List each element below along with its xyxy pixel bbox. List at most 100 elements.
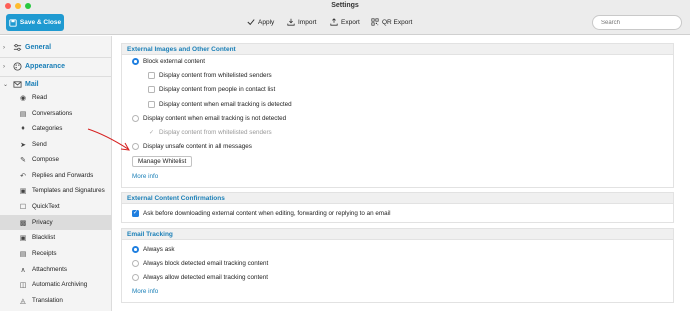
whitelisted-senders-option[interactable]: Display content from whitelisted senders — [148, 72, 272, 79]
apply-button[interactable]: Apply — [247, 18, 274, 26]
window-title: Settings — [331, 2, 359, 9]
radio-unselected[interactable] — [132, 260, 139, 267]
import-button[interactable]: Import — [287, 18, 316, 26]
sidebar-item-translation[interactable]: ◬ Translation — [0, 293, 112, 308]
search-box[interactable] — [592, 15, 682, 30]
qr-export-button[interactable]: QR Export — [371, 18, 412, 26]
option-label: Display content from whitelisted senders — [159, 72, 272, 79]
export-label: Export — [341, 18, 360, 26]
chevron-right-icon: › — [3, 63, 5, 70]
import-label: Import — [298, 18, 317, 26]
sidebar-item-attachments[interactable]: ∧ Attachments — [0, 262, 112, 277]
always-block-option[interactable]: Always block detected email tracking con… — [132, 260, 268, 267]
translate-icon: ◬ — [20, 297, 26, 305]
sidebar-item-templates-signatures[interactable]: ▣ Templates and Signatures — [0, 183, 112, 198]
sidebar-item-replies-forwards[interactable]: ↶ Replies and Forwards — [0, 168, 112, 183]
divider — [0, 57, 112, 58]
radio-unselected[interactable] — [132, 143, 139, 150]
sidebar-item-read[interactable]: ◉ Read — [0, 90, 112, 105]
sidebar-item-label: Attachments — [32, 266, 67, 273]
option-label: Block external content — [143, 58, 205, 65]
unsafe-content-option[interactable]: Display unsafe content in all messages — [132, 143, 252, 150]
sidebar-item-label: Receipts — [32, 250, 57, 257]
checkbox[interactable] — [148, 86, 155, 93]
sidebar-item-blacklist[interactable]: ▣ Blacklist — [0, 230, 112, 245]
more-info-link[interactable]: More info — [132, 173, 158, 180]
sidebar-item-label: Conversations — [32, 110, 73, 117]
sidebar-section-appearance[interactable]: › Appearance — [0, 60, 112, 73]
checkmark-icon: ✓ — [148, 130, 155, 136]
eye-icon: ◉ — [19, 94, 27, 102]
external-images-panel: External Images and Other Content Block … — [121, 43, 674, 188]
panel-heading: External Content Confirmations — [121, 192, 674, 203]
sidebar-section-label: Appearance — [25, 63, 66, 70]
sidebar-item-label: Privacy — [32, 219, 53, 226]
qr-code-icon — [371, 18, 379, 26]
sidebar-section-label: Mail — [25, 81, 39, 88]
sidebar-item-privacy[interactable]: ▩ Privacy — [0, 215, 112, 230]
sliders-icon — [12, 43, 22, 53]
checkbox[interactable] — [148, 72, 155, 79]
sidebar-item-label: Automatic Archiving — [32, 281, 88, 288]
option-label: Display content when email tracking is n… — [143, 115, 287, 122]
apply-label: Apply — [258, 18, 275, 26]
tag-icon: ♦ — [21, 125, 25, 132]
radio-selected[interactable] — [132, 58, 139, 65]
archive-icon: ◫ — [19, 281, 27, 289]
sidebar-item-label: Replies and Forwards — [32, 172, 94, 179]
ask-before-download-option[interactable]: ✓ Ask before downloading external conten… — [132, 210, 390, 217]
panel-heading: Email Tracking — [121, 228, 674, 239]
blacklist-icon: ▣ — [19, 234, 27, 242]
sidebar-item-label: Blacklist — [32, 234, 56, 241]
always-allow-option[interactable]: Always allow detected email tracking con… — [132, 274, 268, 281]
option-label: Display content from people in contact l… — [159, 86, 276, 93]
sidebar-item-label: Templates and Signatures — [32, 187, 105, 194]
template-icon: ▣ — [19, 187, 27, 195]
sidebar-item-quicktext[interactable]: ☐ QuickText — [0, 199, 112, 214]
quicktext-icon: ☐ — [19, 203, 27, 211]
manage-whitelist-button[interactable]: Manage Whitelist — [132, 156, 193, 167]
option-label: Display unsafe content in all messages — [143, 143, 252, 150]
panel-body: Block external content Display content f… — [121, 54, 674, 188]
reply-icon: ↶ — [20, 172, 26, 180]
save-close-button[interactable]: Save & Close — [6, 14, 64, 31]
sidebar-item-conversations[interactable]: ▤ Conversations — [0, 106, 112, 121]
save-close-label: Save & Close — [19, 19, 62, 26]
chevron-down-icon: ⌄ — [3, 82, 9, 88]
palette-icon — [12, 62, 22, 72]
contact-list-option[interactable]: Display content from people in contact l… — [148, 86, 275, 93]
sidebar-item-label: Read — [32, 94, 48, 101]
sidebar-item-label: Compose — [32, 156, 59, 163]
sidebar-section-general[interactable]: › General — [0, 41, 112, 54]
not-detected-whitelisted-option: ✓ Display content from whitelisted sende… — [148, 129, 272, 136]
tracking-not-detected-option[interactable]: Display content when email tracking is n… — [132, 115, 286, 122]
radio-unselected[interactable] — [132, 115, 139, 122]
always-ask-option[interactable]: Always ask — [132, 246, 175, 253]
chevron-right-icon: › — [3, 44, 5, 51]
paperclip-icon: ∧ — [20, 266, 26, 274]
checkbox-checked[interactable]: ✓ — [132, 210, 139, 217]
more-info-link[interactable]: More info — [132, 288, 158, 295]
option-label: Always block detected email tracking con… — [143, 260, 269, 267]
save-icon — [9, 18, 17, 27]
sidebar-item-receipts[interactable]: ▤ Receipts — [0, 246, 112, 261]
tracking-detected-option[interactable]: Display content when email tracking is d… — [148, 101, 292, 108]
receipt-icon: ▤ — [19, 250, 27, 258]
export-button[interactable]: Export — [330, 18, 360, 26]
conversation-icon: ▤ — [19, 110, 27, 118]
checkbox[interactable] — [148, 101, 155, 108]
send-icon: ➤ — [20, 141, 26, 149]
panel-body: Always ask Always block detected email t… — [121, 239, 674, 303]
envelope-icon — [12, 80, 22, 90]
import-icon — [287, 18, 295, 26]
option-label: Display content when email tracking is d… — [159, 101, 292, 108]
option-label: Always ask — [143, 246, 175, 253]
pencil-icon: ✎ — [20, 156, 26, 164]
radio-unselected[interactable] — [132, 274, 139, 281]
option-label: Display content from whitelisted senders — [159, 129, 272, 136]
radio-selected[interactable] — [132, 246, 139, 253]
search-input[interactable] — [593, 16, 681, 29]
block-external-option[interactable]: Block external content — [132, 58, 205, 65]
sidebar-item-compose[interactable]: ✎ Compose — [0, 152, 112, 167]
sidebar-item-automatic-archiving[interactable]: ◫ Automatic Archiving — [0, 277, 112, 292]
